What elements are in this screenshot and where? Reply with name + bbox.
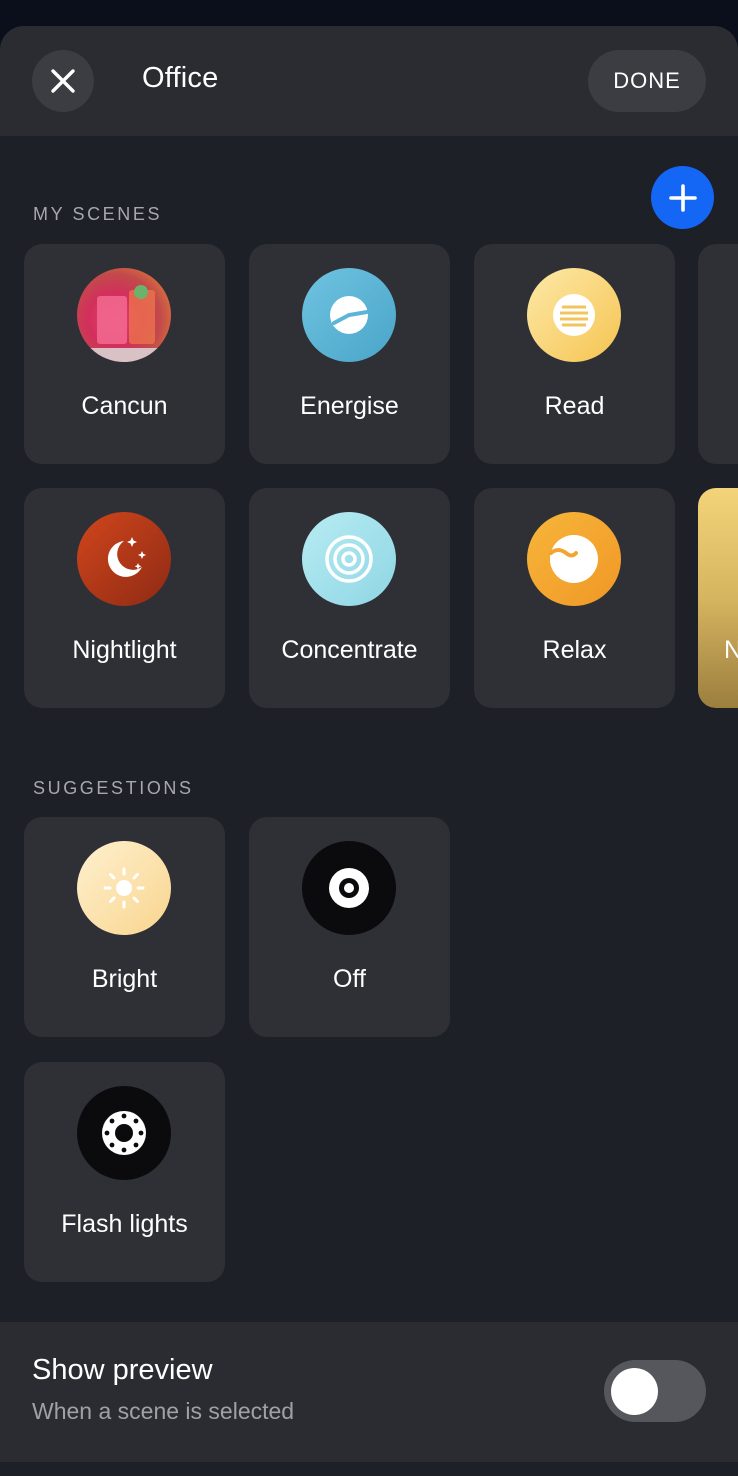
- header-bar: Office DONE: [0, 26, 738, 136]
- scene-tile-partial[interactable]: [698, 244, 738, 464]
- read-icon: [527, 268, 621, 362]
- close-button[interactable]: [32, 50, 94, 112]
- scene-tile-cancun[interactable]: Cancun: [24, 244, 225, 464]
- scene-label: Nightlight: [72, 636, 177, 664]
- plus-icon: [668, 183, 697, 212]
- concentric-rings-icon: [302, 512, 396, 606]
- scene-tile-relax[interactable]: Relax: [474, 488, 675, 708]
- energise-icon: [302, 268, 396, 362]
- scene-tile-energise[interactable]: Energise: [249, 244, 450, 464]
- scene-tile-read[interactable]: Read: [474, 244, 675, 464]
- scene-tile-concentrate[interactable]: Concentrate: [249, 488, 450, 708]
- scene-tile-nightlight[interactable]: Nightlight: [24, 488, 225, 708]
- scene-label: Concentrate: [281, 636, 418, 664]
- suggestion-tile-flash-lights[interactable]: Flash lights: [24, 1062, 225, 1282]
- suggestions-heading: SUGGESTIONS: [33, 778, 194, 798]
- off-icon: [302, 841, 396, 935]
- show-preview-toggle[interactable]: [604, 1360, 706, 1422]
- close-icon: [51, 69, 75, 93]
- suggestion-tile-off[interactable]: Off: [249, 817, 450, 1037]
- scene-sheet: Office DONE MY SCENES Cancun Energise Re…: [0, 26, 738, 1476]
- scene-label: Flash lights: [61, 1210, 188, 1238]
- add-scene-button[interactable]: [651, 166, 714, 229]
- page-title: Office: [142, 62, 219, 94]
- show-preview-row: Show preview When a scene is selected: [0, 1322, 738, 1462]
- bottom-spacer: [0, 1462, 738, 1476]
- show-preview-title: Show preview: [32, 1354, 213, 1386]
- cancun-photo-icon: [77, 268, 171, 362]
- yin-yang-icon: [527, 512, 621, 606]
- show-preview-subtitle: When a scene is selected: [32, 1398, 295, 1424]
- my-scenes-heading: MY SCENES: [33, 204, 163, 224]
- scene-label: Cancun: [81, 392, 168, 420]
- scene-label: Read: [544, 392, 605, 420]
- scene-label: Bright: [91, 965, 158, 993]
- scene-tile-partial[interactable]: N: [698, 488, 738, 708]
- scene-label: Relax: [542, 636, 607, 664]
- toggle-knob: [611, 1368, 658, 1415]
- done-button[interactable]: DONE: [588, 50, 706, 112]
- suggestion-tile-bright[interactable]: Bright: [24, 817, 225, 1037]
- scene-label: N: [724, 636, 738, 664]
- moon-stars-icon: [77, 512, 171, 606]
- flash-lights-icon: [77, 1086, 171, 1180]
- scene-label: Energise: [300, 392, 399, 420]
- scene-label: Off: [333, 965, 366, 993]
- sun-icon: [77, 841, 171, 935]
